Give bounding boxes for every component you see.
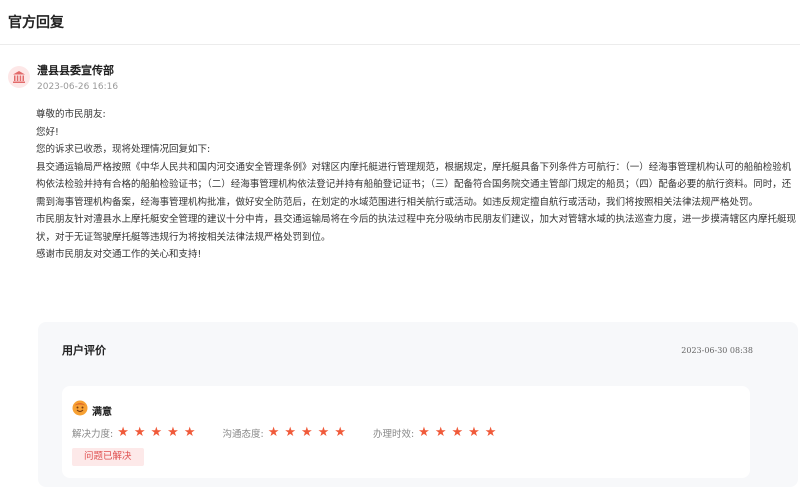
satisfaction-label: 满意	[92, 406, 112, 418]
author-name: 澧县县委宣传部	[37, 64, 114, 77]
score-group: 办理时效: ★ ★ ★ ★ ★	[372, 426, 501, 441]
score-label: 沟通态度:	[222, 429, 264, 440]
reply-paragraph: 市民朋友针对澧县水上摩托艇安全管理的建议十分中肯，县交通运输局将在今后的执法过程…	[36, 214, 797, 243]
score-list: 解决力度: ★ ★ ★ ★ ★ 沟通态度: ★ ★ ★ ★ ★ 办理时效: ★ ★ ★ ★ ★	[72, 426, 523, 441]
star-icon: ★	[284, 425, 296, 440]
reply-paragraph: 您的诉求已收悉，现将处理情况回复如下:	[36, 144, 211, 155]
divider	[0, 44, 800, 45]
reply-paragraph: 县交通运输局严格按照《中华人民共和国内河交通安全管理条例》对辖区内摩托艇进行管理…	[36, 161, 792, 208]
reply-paragraph: 感谢市民朋友对交通工作的关心和支持!	[36, 249, 202, 260]
star-icon: ★	[267, 425, 280, 440]
smiley-face-icon	[72, 400, 88, 420]
rating-card: 满意 解决力度: ★ ★ ★ ★ ★ 沟通态度: ★ ★ ★ ★ ★ 办理时效: ★ ★ ★ ★ ★ 问题已解决	[62, 386, 750, 478]
star-rating: ★ ★ ★ ★ ★	[117, 426, 200, 440]
star-icon: ★	[317, 425, 330, 440]
reply-body: 尊敬的市民朋友: 您好! 您的诉求已收悉，现将处理情况回复如下: 县交通运输局严格按照…	[36, 106, 796, 264]
author-row: 澧县县委宣传部 2023-06-26 16:16	[8, 64, 118, 94]
rating-title: 用户评价	[62, 344, 106, 357]
government-building-icon	[8, 66, 30, 88]
status-tag: 问题已解决	[72, 448, 144, 466]
star-icon: ★	[117, 425, 129, 440]
reply-paragraph: 您好!	[36, 126, 59, 138]
section-title: 官方回复	[8, 15, 64, 31]
rating-panel: 用户评价 2023-06-30 08:38 满意 解决力度: ★ ★ ★ ★ ★ 沟通态度:…	[38, 322, 798, 487]
star-icon: ★	[434, 425, 447, 440]
star-icon: ★	[133, 425, 146, 440]
star-icon: ★	[451, 425, 464, 440]
star-icon: ★	[484, 425, 497, 440]
star-rating: ★ ★ ★ ★ ★	[268, 426, 351, 440]
star-rating: ★ ★ ★ ★ ★	[418, 426, 501, 440]
score-label: 办理时效:	[372, 429, 415, 440]
score-group: 沟通态度: ★ ★ ★ ★ ★	[222, 426, 351, 441]
score-group: 解决力度: ★ ★ ★ ★ ★	[72, 426, 200, 441]
star-icon: ★	[150, 425, 163, 440]
star-icon: ★	[183, 425, 196, 440]
satisfaction: 满意	[72, 400, 112, 420]
star-icon: ★	[301, 425, 313, 440]
score-label: 解决力度:	[72, 429, 114, 440]
star-icon: ★	[468, 425, 480, 440]
star-icon: ★	[418, 425, 430, 440]
reply-paragraph: 尊敬的市民朋友:	[36, 109, 106, 120]
rating-time: 2023-06-30 08:38	[681, 346, 753, 355]
star-icon: ★	[167, 425, 179, 440]
star-icon: ★	[334, 425, 346, 440]
author-time: 2023-06-26 16:16	[37, 82, 119, 92]
